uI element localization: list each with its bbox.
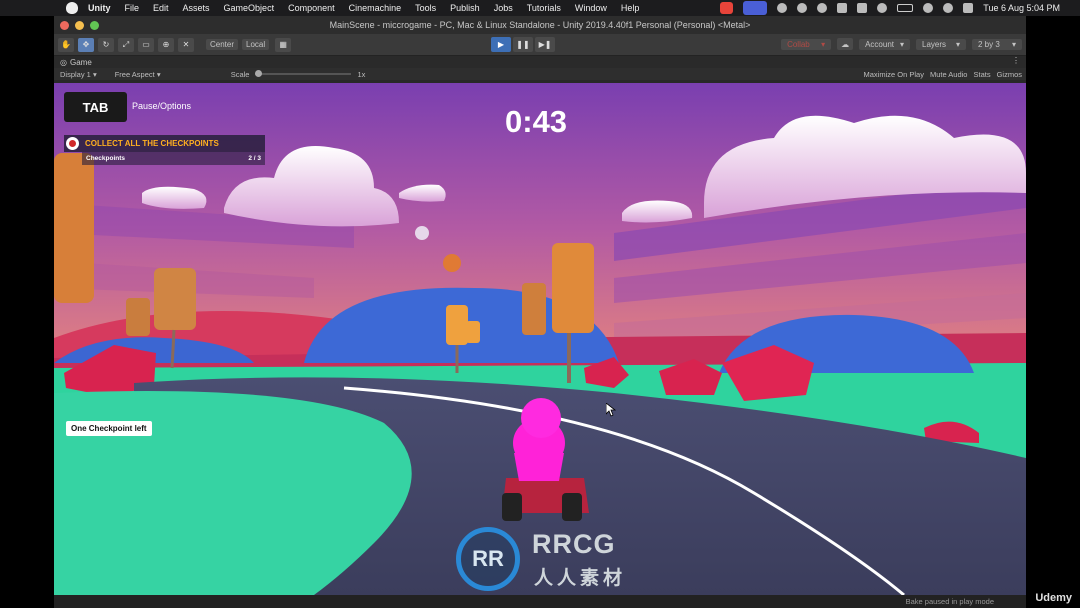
tab-game[interactable]: Game	[70, 58, 92, 67]
pause-button-icon[interactable]: ❚❚	[513, 37, 533, 52]
record-icon[interactable]	[720, 2, 734, 14]
maximize-on-play-toggle[interactable]: Maximize On Play	[864, 70, 924, 79]
checkpoint-notification: One Checkpoint left	[66, 421, 152, 436]
display-label: Display 1	[60, 69, 91, 79]
chevron-down-icon: ▾	[821, 39, 826, 49]
bluetooth-icon[interactable]	[857, 3, 868, 13]
toolbar-right: Collab ▾ ☁ Account ▾ Layers ▾ 2 by 3 ▾	[781, 38, 1022, 50]
game-view[interactable]: TAB Pause/Options 0:43 COLLECT ALL THE C…	[54, 83, 1026, 595]
play-circle-icon[interactable]	[797, 3, 808, 13]
pause-options-label: Pause/Options	[132, 101, 192, 111]
objective-count: 2 / 3	[248, 155, 261, 162]
status-bar: Bake paused in play mode	[54, 595, 1026, 608]
display-dropdown[interactable]: Display 1 ▾	[60, 70, 97, 79]
play-controls: ▶ ❚❚ ▶❚	[491, 37, 555, 52]
chevron-down-icon: ▾	[955, 39, 960, 49]
mouse-cursor-icon	[606, 403, 616, 417]
target-icon	[66, 137, 79, 150]
objective-panel: COLLECT ALL THE CHECKPOINTS Checkpoints …	[64, 135, 265, 167]
rect-tool-icon[interactable]: ▭	[138, 37, 154, 52]
menu-help[interactable]: Help	[621, 3, 640, 13]
scale-slider[interactable]	[255, 70, 352, 77]
radiation-icon[interactable]	[777, 3, 788, 13]
race-timer: 0:43	[505, 104, 568, 139]
pivot-local-button[interactable]: Local	[242, 39, 270, 50]
user-circle-icon[interactable]	[817, 3, 828, 13]
gizmos-dropdown[interactable]: Gizmos	[997, 70, 1022, 79]
menu-jobs[interactable]: Jobs	[494, 3, 513, 13]
scale-slider-knob[interactable]	[255, 70, 263, 77]
gamepad-icon: ◎	[60, 57, 67, 67]
watermark-sub-text: 人人素材	[534, 568, 627, 589]
window-title: MainScene - miccrogame - PC, Mac & Linux…	[329, 20, 751, 30]
volume-icon[interactable]	[877, 3, 888, 13]
scale-tool-icon[interactable]: ⤢	[118, 37, 134, 52]
apple-icon[interactable]	[66, 2, 78, 14]
layout-dropdown[interactable]: 2 by 3 ▾	[972, 38, 1022, 50]
step-button-icon[interactable]: ▶❚	[535, 37, 555, 52]
main-toolbar: ✋ ✥ ↻ ⤢ ▭ ⊕ ✕ Center Local ▦ ▶ ❚❚ ▶❚ Col…	[54, 34, 1026, 56]
game-view-toolbar: Display 1 ▾ Free Aspect ▾ Scale 1x Maxim…	[54, 68, 1026, 80]
hand-tool-icon[interactable]: ✋	[58, 37, 74, 52]
transform-tool-icon[interactable]: ⊕	[158, 37, 174, 52]
objective-progress-row: Checkpoints 2 / 3	[82, 152, 265, 165]
layers-dropdown[interactable]: Layers ▾	[916, 38, 966, 50]
aspect-label: Free Aspect	[114, 69, 155, 79]
menu-app-name[interactable]: Unity	[88, 3, 111, 13]
cloud-icon[interactable]: ☁	[837, 38, 854, 50]
watermark: RR RRCG 人人素材	[456, 525, 636, 591]
layout-label: 2 by 3	[978, 39, 1000, 49]
menu-assets[interactable]: Assets	[183, 3, 210, 13]
pivot-center-button[interactable]: Center	[206, 39, 239, 50]
chevron-down-icon: ▾	[1011, 39, 1016, 49]
udemy-logo: Udemy	[1035, 592, 1072, 604]
menu-window[interactable]: Window	[575, 3, 607, 13]
objective-subtitle: Checkpoints	[86, 155, 126, 162]
snap-icon[interactable]: ▦	[275, 37, 292, 52]
chevron-down-icon: ▾	[899, 39, 904, 49]
scale-label: Scale	[230, 69, 250, 79]
objective-title: COLLECT ALL THE CHECKPOINTS	[85, 139, 219, 148]
status-text: Bake paused in play mode	[905, 597, 994, 606]
game-view-options: Maximize On Play Mute Audio Stats Gizmos	[864, 70, 1022, 79]
menu-tools[interactable]: Tools	[415, 3, 436, 13]
move-tool-icon[interactable]: ✥	[78, 37, 94, 52]
menu-file[interactable]: File	[125, 3, 140, 13]
wifi-icon[interactable]	[923, 3, 934, 13]
menu-tutorials[interactable]: Tutorials	[527, 3, 561, 13]
menu-publish[interactable]: Publish	[450, 3, 480, 13]
account-label: Account	[865, 39, 894, 49]
mute-audio-toggle[interactable]: Mute Audio	[930, 70, 968, 79]
custom-tool-icon[interactable]: ✕	[178, 37, 194, 52]
tab-key-button[interactable]: TAB	[64, 92, 127, 122]
objective-header: COLLECT ALL THE CHECKPOINTS	[64, 135, 265, 152]
menu-edit[interactable]: Edit	[153, 3, 169, 13]
grid-icon[interactable]	[837, 3, 848, 13]
menu-gameobject[interactable]: GameObject	[224, 3, 275, 13]
layers-label: Layers	[922, 39, 947, 49]
stats-toggle[interactable]: Stats	[973, 70, 990, 79]
menu-bar: Unity File Edit Assets GameObject Compon…	[0, 0, 1080, 16]
unity-window: MainScene - miccrogame - PC, Mac & Linux…	[54, 16, 1026, 608]
menu-cinemachine[interactable]: Cinemachine	[349, 3, 402, 13]
more-options-icon[interactable]: ⋮	[1012, 56, 1020, 65]
rotate-tool-icon[interactable]: ↻	[98, 37, 114, 52]
menu-component[interactable]: Component	[288, 3, 335, 13]
search-icon[interactable]	[943, 3, 954, 13]
watermark-main-text: RRCG	[532, 529, 616, 559]
account-dropdown[interactable]: Account ▾	[859, 38, 910, 50]
scale-value: 1x	[357, 69, 366, 79]
menubar-status-area: Tue 6 Aug 5:04 PM	[720, 0, 1060, 16]
game-tab-bar: ◎ Game ⋮	[54, 56, 1026, 68]
watermark-logo: RR	[456, 527, 520, 591]
play-button-icon[interactable]: ▶	[491, 37, 511, 52]
control-center-icon[interactable]	[963, 3, 974, 13]
collab-dropdown[interactable]: Collab ▾	[781, 38, 832, 50]
screen-share-icon[interactable]	[743, 1, 768, 15]
menubar-clock[interactable]: Tue 6 Aug 5:04 PM	[983, 3, 1060, 13]
title-bar: MainScene - miccrogame - PC, Mac & Linux…	[54, 16, 1026, 34]
battery-icon[interactable]	[897, 4, 914, 12]
collab-label: Collab	[787, 39, 810, 49]
aspect-dropdown[interactable]: Free Aspect ▾	[115, 70, 219, 79]
